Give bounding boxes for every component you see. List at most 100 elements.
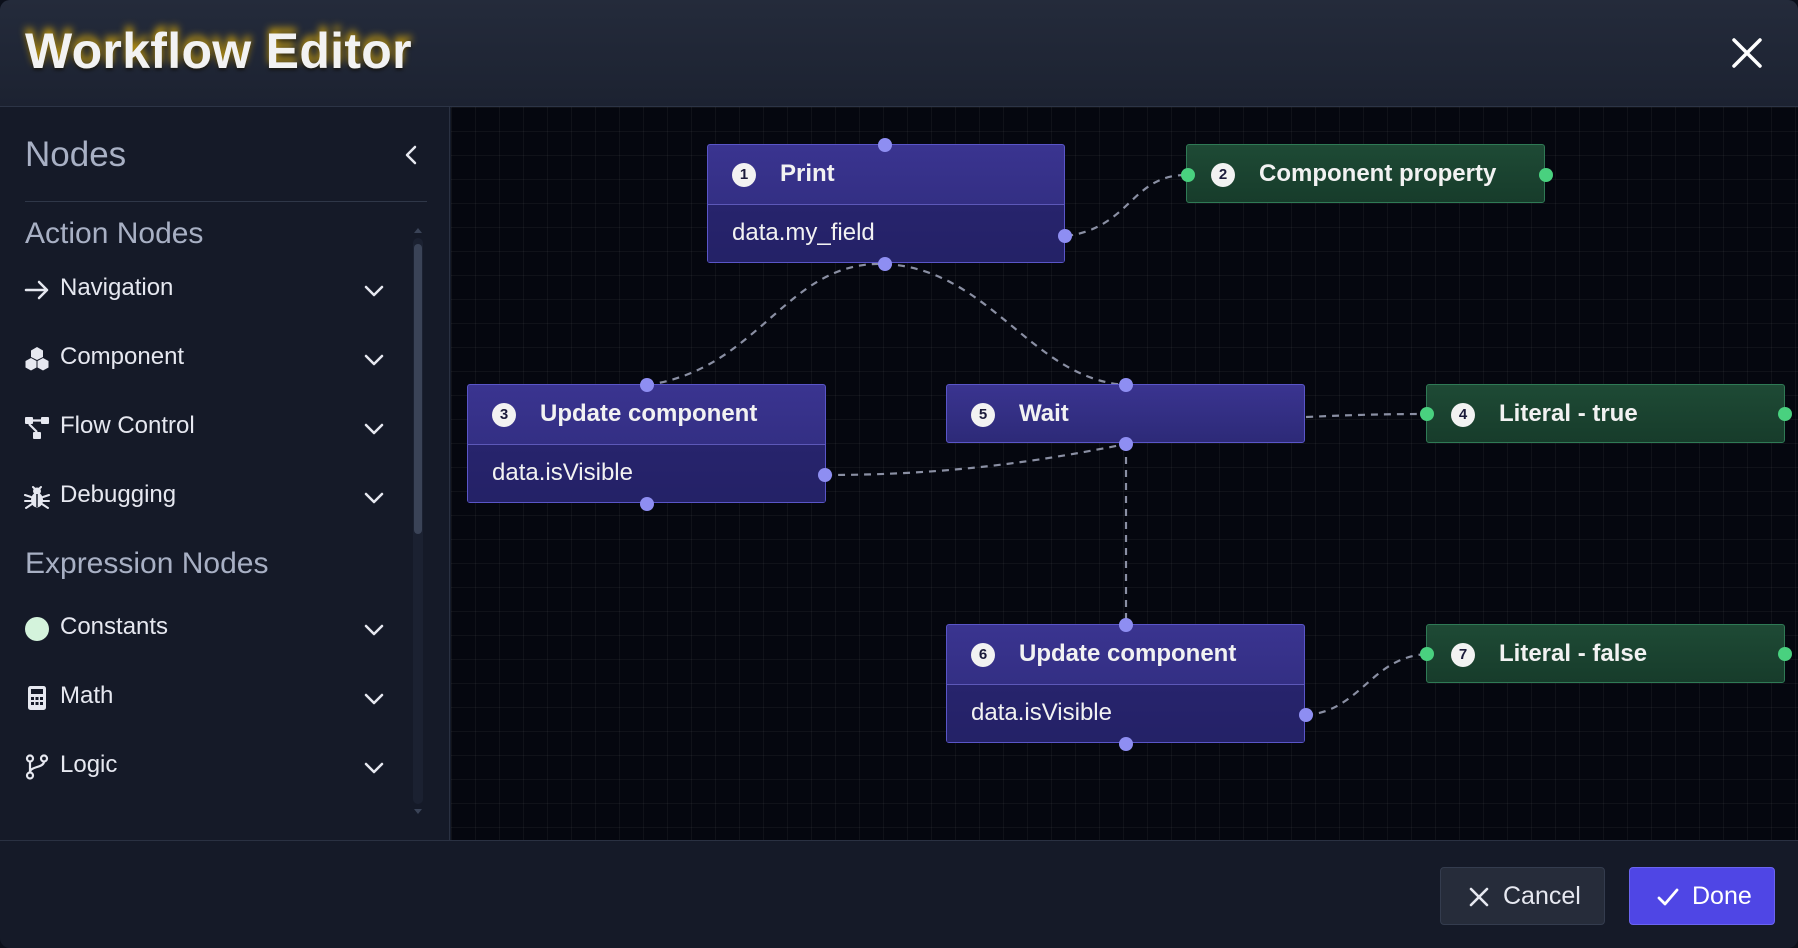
node-wait[interactable]: 5 Wait [946,384,1305,443]
port-update-3-out[interactable] [640,497,654,511]
node-update-component-3[interactable]: 3 Update component data.isVisible [467,384,826,503]
chevron-down-icon[interactable] [362,618,386,642]
category-math[interactable]: Math [0,669,410,725]
section-title-action-nodes: Action Nodes [25,217,204,250]
cancel-label: Cancel [1503,882,1581,910]
chevron-down-icon[interactable] [362,348,386,372]
chevron-down-icon[interactable] [362,756,386,780]
edge-literal-false-to-update-6 [1305,652,1428,717]
port-print-in[interactable] [878,138,892,152]
node-update-component-6[interactable]: 6 Update component data.isVisible [946,624,1305,743]
port-literal-false-out[interactable] [1778,647,1792,661]
chevron-down-icon[interactable] [362,687,386,711]
port-update-6-in[interactable] [1119,618,1133,632]
category-label: Math [60,682,114,709]
x-icon [1469,887,1489,907]
node-header: 7 Literal - false [1427,625,1784,684]
node-title: Update component [1019,640,1237,667]
node-number-badge: 3 [492,403,516,427]
node-title: Literal - false [1499,640,1648,667]
node-number-badge: 1 [732,163,756,187]
section-title-expression-nodes: Expression Nodes [25,547,269,580]
scroll-down-icon[interactable] [413,808,423,816]
category-debugging[interactable]: Debugging [0,468,410,524]
node-field: data.isVisible [492,459,633,486]
chevron-down-icon[interactable] [362,486,386,510]
scroll-up-icon[interactable] [413,226,423,234]
port-property-in[interactable] [1181,168,1195,182]
node-header: 2 Component property [1187,145,1544,204]
category-label: Logic [60,751,118,778]
port-update-3-field[interactable] [818,468,832,482]
bug-icon [24,486,50,509]
circle-icon [25,617,49,641]
port-print-out[interactable] [878,257,892,271]
port-print-field[interactable] [1058,229,1072,243]
category-label: Navigation [60,274,174,301]
cancel-button[interactable]: Cancel [1440,867,1605,925]
edge-property-to-print [1065,173,1189,238]
category-logic[interactable]: Logic [0,738,410,794]
port-update-3-in[interactable] [640,378,654,392]
node-component-property[interactable]: 2 Component property [1186,144,1545,203]
node-field: data.my_field [732,219,875,246]
sidebar-scrollbar[interactable] [410,226,426,816]
node-number-badge: 6 [971,643,995,667]
workflow-editor-modal: Workflow Editor Nodes Action Nodes Navig… [0,0,1798,948]
done-label: Done [1692,882,1752,910]
done-button[interactable]: Done [1629,867,1775,925]
edge-wait-to-literal-true [1305,412,1428,419]
port-literal-true-in[interactable] [1420,407,1434,421]
port-update-6-field[interactable] [1299,708,1313,722]
check-icon [1657,888,1679,906]
port-property-out[interactable] [1539,168,1553,182]
calculator-icon [28,686,46,710]
category-label: Flow Control [60,412,195,439]
category-navigation[interactable]: Navigation [0,261,410,317]
chevron-down-icon[interactable] [362,417,386,441]
port-literal-true-out[interactable] [1778,407,1792,421]
modal-header: Workflow Editor [0,0,1798,107]
port-update-6-out[interactable] [1119,737,1133,751]
node-number-badge: 7 [1451,643,1475,667]
branch-icon [25,754,49,780]
node-field-row: data.isVisible [947,684,1304,742]
node-header: 3 Update component [468,385,825,444]
close-icon[interactable] [1730,36,1764,70]
chevron-left-icon[interactable] [400,143,424,167]
modal-footer: Cancel Done [0,840,1798,948]
workflow-canvas[interactable]: 1 Print data.my_field 2 Component proper… [451,107,1798,840]
node-number-badge: 5 [971,403,995,427]
category-component[interactable]: Component [0,330,410,386]
modal-title: Workflow Editor [25,23,412,79]
nodes-sidebar: Nodes Action Nodes Navigation Component … [0,107,450,840]
edge-print-to-wait [884,262,1127,387]
port-literal-false-in[interactable] [1420,647,1434,661]
node-header: 4 Literal - true [1427,385,1784,444]
category-flow-control[interactable]: Flow Control [0,399,410,455]
node-header: 5 Wait [947,385,1304,444]
port-wait-out[interactable] [1119,437,1133,451]
arrow-right-icon [24,280,49,300]
node-literal-true[interactable]: 4 Literal - true [1426,384,1785,443]
cubes-icon [25,347,49,371]
node-literal-false[interactable]: 7 Literal - false [1426,624,1785,683]
scrollbar-thumb[interactable] [414,244,422,534]
node-title: Literal - true [1499,400,1638,427]
node-field-row: data.isVisible [468,444,825,502]
node-title: Component property [1259,160,1497,187]
node-title: Wait [1019,400,1069,427]
node-title: Update component [540,400,758,427]
flow-icon [25,417,49,439]
node-header: 1 Print [708,145,1064,204]
node-field: data.isVisible [971,699,1112,726]
node-header: 6 Update component [947,625,1304,684]
node-print[interactable]: 1 Print data.my_field [707,144,1065,263]
node-title: Print [780,160,835,187]
edge-print-to-update-3 [646,262,886,387]
edge-wait-to-update-3 [824,442,1127,477]
category-constants[interactable]: Constants [0,600,410,656]
node-category-list: Action Nodes Navigation Component Flow C… [0,217,420,837]
chevron-down-icon[interactable] [362,279,386,303]
port-wait-in[interactable] [1119,378,1133,392]
